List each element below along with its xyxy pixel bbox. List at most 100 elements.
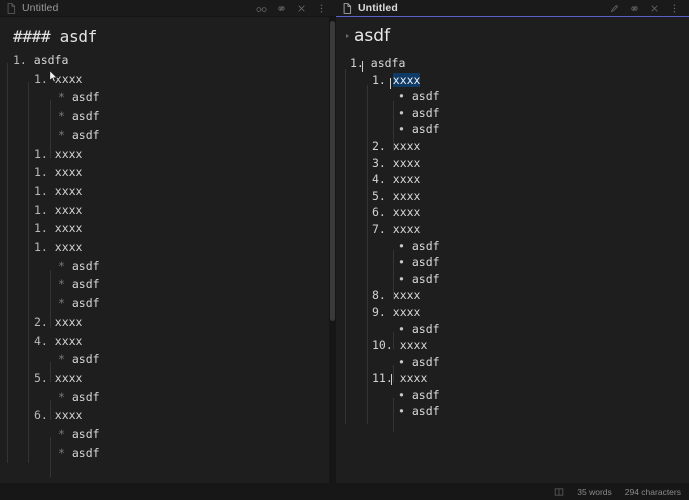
- item-text: xxxx: [392, 172, 421, 187]
- document-icon: [343, 3, 352, 14]
- source-line[interactable]: * asdf: [11, 294, 324, 313]
- preview-list-item[interactable]: 9. xxxx: [344, 304, 675, 321]
- list-marker: 5.: [372, 188, 393, 203]
- source-line[interactable]: 5. xxxx: [11, 369, 324, 388]
- source-line[interactable]: 2. xxxx: [11, 313, 324, 332]
- source-line[interactable]: 1. xxxx: [11, 70, 324, 89]
- list-marker: 1.: [34, 71, 55, 86]
- item-text: asdf: [411, 105, 440, 120]
- source-line[interactable]: 6. xxxx: [11, 406, 324, 425]
- line-text: asdf: [71, 109, 100, 124]
- reading-view-icon[interactable]: [256, 3, 267, 14]
- source-line[interactable]: 1. xxxx: [11, 163, 324, 182]
- document-icon: [7, 2, 16, 14]
- source-line[interactable]: * asdf: [11, 444, 324, 463]
- source-line[interactable]: 1. xxxx: [11, 201, 324, 220]
- source-line[interactable]: * asdf: [11, 257, 324, 276]
- item-text: asdf: [411, 354, 440, 369]
- edit-pencil-icon[interactable]: [609, 3, 620, 14]
- right-preview-body[interactable]: asdf 1. asdfa 1. xxxx • asdf • asdf • asdf 2.…: [336, 17, 689, 483]
- list-marker: *: [58, 296, 72, 311]
- indent-guide: [50, 400, 51, 420]
- source-line[interactable]: 4. xxxx: [11, 332, 324, 351]
- list-marker: •: [398, 387, 412, 402]
- status-bar: 35 words 294 characters: [0, 483, 689, 500]
- list-marker: •: [398, 122, 412, 137]
- item-text: asdf: [411, 404, 440, 419]
- list-marker: •: [398, 321, 412, 336]
- preview-list-item[interactable]: 6. xxxx: [344, 204, 675, 221]
- collapse-triangle-icon[interactable]: [346, 33, 349, 38]
- list-marker: 3.: [372, 155, 393, 170]
- line-text: asdf: [71, 127, 100, 142]
- left-editor-body[interactable]: #### asdf 1. asdfa 1. xxxx * asdf * asdf * a…: [0, 17, 336, 483]
- line-text: xxxx: [54, 202, 83, 217]
- line-text: asdf: [71, 352, 100, 367]
- list-marker: *: [58, 389, 72, 404]
- link-icon[interactable]: [629, 3, 640, 14]
- item-text: asdf: [411, 238, 440, 253]
- left-header-actions: [256, 3, 330, 14]
- source-line[interactable]: 1. xxxx: [11, 238, 324, 257]
- item-text: xxxx: [392, 288, 421, 303]
- list-marker: *: [58, 445, 72, 460]
- item-text: xxxx: [399, 371, 428, 386]
- preview-list-item[interactable]: 5. xxxx: [344, 188, 675, 205]
- list-marker: 1.: [372, 72, 393, 87]
- more-options-icon[interactable]: [669, 3, 680, 14]
- line-text: xxxx: [54, 370, 83, 385]
- left-document[interactable]: #### asdf 1. asdfa 1. xxxx * asdf * asdf * a…: [0, 17, 336, 477]
- line-text: xxxx: [54, 165, 83, 180]
- indent-guide: [367, 85, 368, 424]
- preview-list-item[interactable]: 1. asdfa: [344, 55, 675, 72]
- close-icon[interactable]: [649, 3, 660, 14]
- right-pane-header[interactable]: Untitled: [336, 0, 689, 17]
- indent-guide: [393, 332, 394, 349]
- app-window: Untitled #### asdf 1. asdfa 1. xxxx * as…: [0, 0, 689, 500]
- link-icon[interactable]: [276, 3, 287, 14]
- list-marker: •: [398, 404, 412, 419]
- source-line[interactable]: * asdf: [11, 388, 324, 407]
- indent-guide: [393, 398, 394, 432]
- source-line[interactable]: 1. xxxx: [11, 182, 324, 201]
- source-line[interactable]: * asdf: [11, 107, 324, 126]
- preview-list-item[interactable]: 1. xxxx: [344, 72, 675, 89]
- source-line[interactable]: * asdf: [11, 126, 324, 145]
- preview-list-item[interactable]: 7. xxxx: [344, 221, 675, 238]
- list-marker: 5.: [34, 370, 55, 385]
- preview-list-item[interactable]: 4. xxxx: [344, 171, 675, 188]
- character-count[interactable]: 294 characters: [625, 487, 681, 497]
- list-marker: *: [58, 258, 72, 273]
- indent-guide: [50, 270, 51, 328]
- source-line[interactable]: * asdf: [11, 425, 324, 444]
- word-count[interactable]: 35 words: [577, 487, 612, 497]
- list-marker: •: [398, 89, 412, 104]
- list-marker: 10.: [372, 338, 400, 353]
- source-line[interactable]: * asdf: [11, 275, 324, 294]
- item-text: asdf: [411, 271, 440, 286]
- list-marker: 1.: [13, 53, 34, 67]
- right-document[interactable]: asdf 1. asdfa 1. xxxx • asdf • asdf • asdf 2.…: [336, 17, 689, 432]
- source-line[interactable]: 1. xxxx: [11, 145, 324, 164]
- close-icon[interactable]: [296, 3, 307, 14]
- left-scrollbar-thumb[interactable]: [330, 21, 335, 321]
- list-marker: *: [58, 90, 72, 105]
- indent-guide: [393, 365, 394, 382]
- item-text: xxxx: [399, 338, 428, 353]
- left-pane-header[interactable]: Untitled: [0, 0, 336, 17]
- left-pane-scrollbar[interactable]: [329, 17, 336, 483]
- list-marker: 1.: [34, 146, 55, 161]
- list-marker: 1.: [350, 56, 371, 70]
- list-marker: 9.: [372, 304, 393, 319]
- book-open-icon[interactable]: [554, 487, 564, 497]
- more-options-icon[interactable]: [316, 3, 327, 14]
- line-text: xxxx: [54, 333, 83, 348]
- source-line[interactable]: * asdf: [11, 350, 324, 369]
- source-line[interactable]: 1. xxxx: [11, 219, 324, 238]
- source-line[interactable]: 1. asdfa: [11, 51, 324, 70]
- source-line[interactable]: * asdf: [11, 88, 324, 107]
- list-marker: •: [398, 354, 412, 369]
- list-marker: 1.: [34, 183, 55, 198]
- preview-list-item[interactable]: 3. xxxx: [344, 155, 675, 172]
- list-marker: 2.: [34, 314, 55, 329]
